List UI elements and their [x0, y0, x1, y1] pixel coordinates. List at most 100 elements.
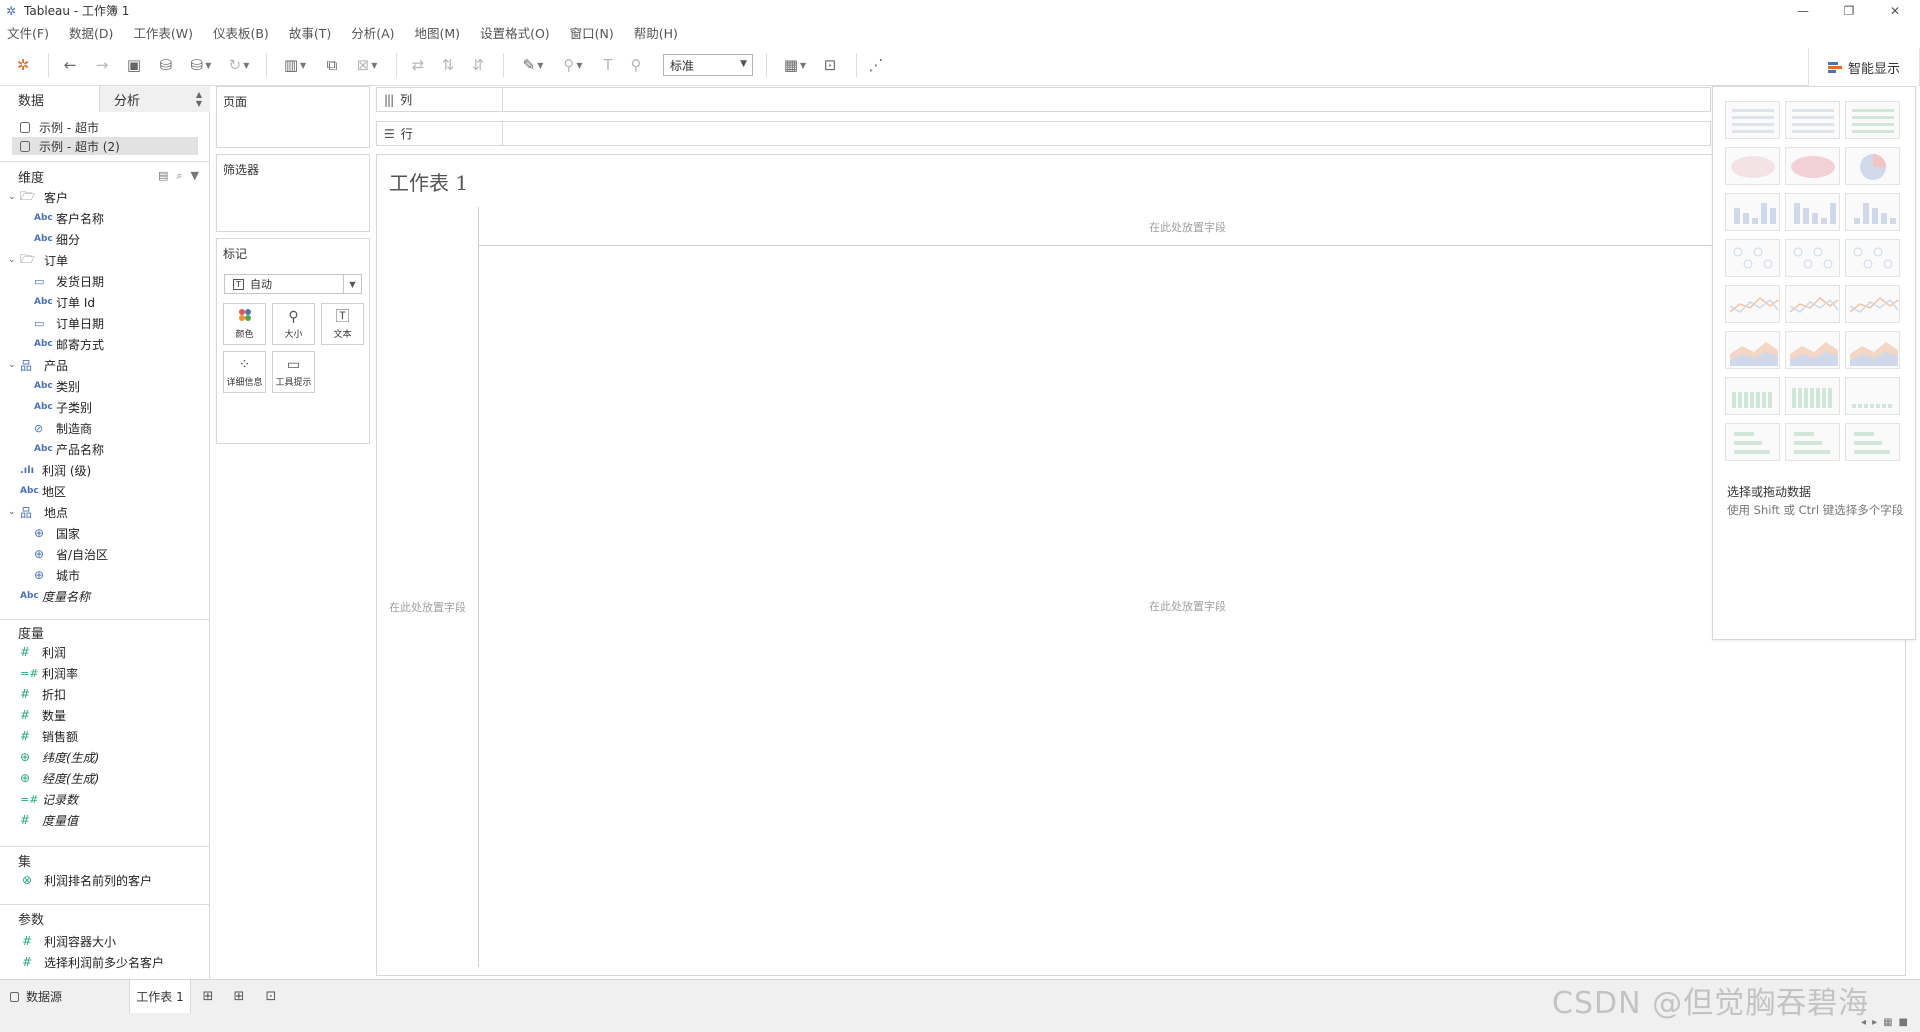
filmstrip-view-icon[interactable]: ■: [1899, 1017, 1908, 1028]
new-datasource-icon[interactable]: ⛁: [154, 53, 178, 77]
close-icon[interactable]: ✕: [1872, 0, 1918, 21]
search-icon[interactable]: ⌕: [176, 169, 182, 183]
pause-updates-icon[interactable]: ⛁ ▼: [186, 53, 216, 77]
datasource-item-selected[interactable]: 示例 - 超市 (2): [12, 137, 198, 155]
set-field[interactable]: ⊗ 利润排名前列的客户: [22, 871, 152, 889]
dual-lines-chart-icon[interactable]: [1845, 285, 1900, 323]
dimension-field[interactable]: .ılı 利润 (级): [20, 461, 91, 479]
packed-bubbles-chart-icon[interactable]: [1845, 423, 1900, 461]
fit-dropdown[interactable]: 标准 ▼: [663, 54, 753, 76]
dimension-field[interactable]: Abc 地区: [20, 482, 66, 500]
menu-data[interactable]: 数据(D): [66, 23, 116, 42]
tab-sheet-1[interactable]: 工作表 1: [130, 980, 191, 1013]
filters-shelf[interactable]: 筛选器: [216, 154, 370, 232]
duplicate-sheet-icon[interactable]: ⧉: [320, 53, 344, 77]
bullet-graph-chart-icon[interactable]: [1785, 423, 1840, 461]
lines-discrete-chart-icon[interactable]: [1785, 285, 1840, 323]
clear-sheet-icon[interactable]: ⊠ ▼: [350, 53, 384, 77]
dimension-field[interactable]: Abc 度量名称: [20, 587, 90, 605]
dimension-field[interactable]: ⊕ 省/自治区: [34, 545, 108, 563]
menu-help[interactable]: 帮助(H): [631, 23, 681, 42]
measure-field[interactable]: # 度量值: [20, 811, 78, 829]
text-table-chart-icon[interactable]: [1725, 101, 1780, 139]
measure-field[interactable]: # 数量: [20, 706, 66, 724]
tab-data[interactable]: 数据: [0, 86, 100, 112]
dimension-field[interactable]: Abc 订单 Id: [34, 293, 95, 311]
highlight-table-chart-icon[interactable]: [1845, 101, 1900, 139]
menu-format[interactable]: 设置格式(O): [477, 23, 553, 42]
treemap-chart-icon[interactable]: [1725, 239, 1780, 277]
dimension-field[interactable]: ⊘ 制造商: [34, 419, 92, 437]
new-worksheet-tab-icon[interactable]: ⊞: [199, 988, 217, 1004]
dual-combination-chart-icon[interactable]: [1845, 331, 1900, 369]
parameter-field[interactable]: # 选择利润前多少名客户: [22, 953, 164, 971]
dimension-folder[interactable]: ⌄ 品产品: [8, 356, 68, 374]
minimize-icon[interactable]: —: [1780, 0, 1826, 21]
new-worksheet-icon[interactable]: ▥ ▼: [278, 53, 312, 77]
filled-map-chart-icon[interactable]: [1785, 147, 1840, 185]
mark-type-dropdown[interactable]: T 自动 ▼: [224, 274, 362, 294]
menu-window[interactable]: 窗口(N): [567, 23, 617, 42]
dimension-field[interactable]: ▭ 订单日期: [34, 314, 104, 332]
horizontal-bars-chart-icon[interactable]: [1725, 193, 1780, 231]
sheet-title[interactable]: 工作表 1: [389, 167, 468, 196]
measure-field[interactable]: =# 利润率: [20, 664, 78, 682]
menu-story[interactable]: 故事(T): [286, 23, 334, 42]
tab-analysis[interactable]: 分析 ▲ ▼: [100, 86, 210, 112]
collapse-toggle-icon[interactable]: ⌄: [8, 507, 20, 517]
scatter-plot-chart-icon[interactable]: [1725, 377, 1780, 415]
box-and-whisker-chart-icon[interactable]: [1845, 377, 1900, 415]
drop-field-rows-hint[interactable]: 在此处放置字段: [389, 599, 466, 615]
area-continuous-chart-icon[interactable]: [1725, 331, 1780, 369]
measure-field[interactable]: ⊕ 纬度(生成): [20, 748, 99, 766]
collapse-toggle-icon[interactable]: ⌄: [8, 192, 20, 202]
dimension-field[interactable]: ⊕ 国家: [34, 524, 80, 542]
show-mark-labels-icon[interactable]: T: [596, 53, 620, 77]
measure-field[interactable]: =# 记录数: [20, 790, 78, 808]
rows-shelf[interactable]: ☰ 行: [376, 121, 1711, 146]
dimension-field[interactable]: Abc 子类别: [34, 398, 92, 416]
side-by-side-bars-chart-icon[interactable]: [1845, 193, 1900, 231]
size-button[interactable]: ⚲ 大小: [272, 303, 315, 345]
fix-axes-icon[interactable]: ⚲: [624, 53, 648, 77]
share-icon[interactable]: ⋰: [864, 53, 888, 77]
dimension-field[interactable]: Abc 类别: [34, 377, 80, 395]
area-discrete-chart-icon[interactable]: [1785, 331, 1840, 369]
worksheet-canvas[interactable]: 工作表 1 在此处放置字段 在此处放置字段 在此处放置字段: [376, 154, 1906, 976]
menu-worksheet[interactable]: 工作表(W): [130, 23, 196, 42]
gantt-chart-chart-icon[interactable]: [1725, 423, 1780, 461]
circle-views-chart-icon[interactable]: [1785, 239, 1840, 277]
view-toggle-icon[interactable]: ▤: [158, 169, 168, 183]
tab-datasource[interactable]: 数据源: [0, 980, 130, 1013]
restore-icon[interactable]: ❐: [1826, 0, 1872, 21]
presentation-mode-icon[interactable]: ⊡: [818, 53, 842, 77]
datasource-item[interactable]: 示例 - 超市: [12, 118, 198, 136]
dimension-folder[interactable]: ⌄ 品地点: [8, 503, 68, 521]
sort-ascending-icon[interactable]: ⇅: [436, 53, 460, 77]
menu-analysis[interactable]: 分析(A): [348, 23, 397, 42]
pages-shelf[interactable]: 页面: [216, 86, 370, 148]
tooltip-button[interactable]: ▭ 工具提示: [272, 351, 315, 393]
dimension-folder[interactable]: ⌄ 🗁 订单: [8, 251, 68, 269]
measure-field[interactable]: # 利润: [20, 643, 66, 661]
menu-map[interactable]: 地图(M): [412, 23, 464, 42]
detail-button[interactable]: ⁘ 详细信息: [223, 351, 266, 393]
stacked-bars-chart-icon[interactable]: [1785, 193, 1840, 231]
color-button[interactable]: 颜色: [223, 303, 266, 345]
menu-file[interactable]: 文件(F): [4, 23, 52, 42]
first-page-icon[interactable]: ◂: [1861, 1017, 1866, 1028]
measure-field[interactable]: ⊕ 经度(生成): [20, 769, 99, 787]
text-button[interactable]: 🅃 文本: [321, 303, 364, 345]
redo-icon[interactable]: →: [90, 53, 114, 77]
collapse-toggle-icon[interactable]: ⌄: [8, 360, 20, 370]
undo-icon[interactable]: ←: [58, 53, 82, 77]
drop-field-view-hint[interactable]: 在此处放置字段: [1149, 598, 1226, 614]
dimension-field[interactable]: Abc 客户名称: [34, 209, 104, 227]
pie-chart-chart-icon[interactable]: [1845, 147, 1900, 185]
dimension-field[interactable]: ▭ 发货日期: [34, 272, 104, 290]
dimension-field[interactable]: Abc 产品名称: [34, 440, 104, 458]
menu-chevron-icon[interactable]: ▼: [191, 169, 199, 183]
columns-shelf[interactable]: ||| 列: [376, 87, 1711, 112]
prev-page-icon[interactable]: ▸: [1872, 1017, 1877, 1028]
refresh-icon[interactable]: ↻ ▼: [224, 53, 254, 77]
